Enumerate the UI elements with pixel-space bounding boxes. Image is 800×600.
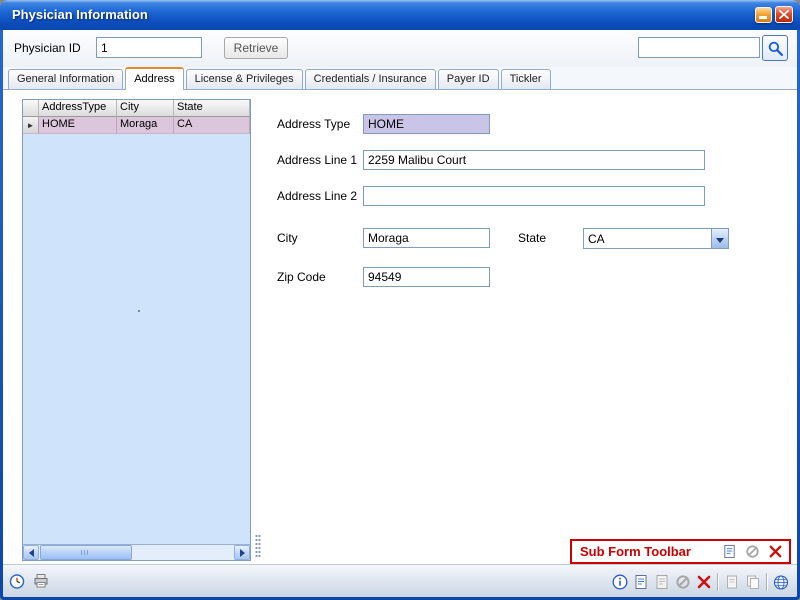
minimize-button[interactable]	[755, 7, 772, 23]
clock-icon[interactable]	[9, 573, 25, 589]
address-line-2-input[interactable]	[363, 186, 705, 206]
close-button[interactable]	[775, 6, 793, 23]
splitter-grip[interactable]	[255, 534, 261, 558]
physician-information-window: Physician Information Physician ID Retri…	[0, 0, 800, 600]
city-input[interactable]	[363, 228, 490, 248]
row-pointer-icon: ►	[23, 117, 39, 134]
subform-cancel-disabled-icon	[744, 544, 760, 560]
globe-icon[interactable]	[773, 574, 789, 590]
tab-general-information[interactable]: General Information	[8, 69, 123, 89]
status-separator	[766, 573, 768, 591]
scroll-track[interactable]	[133, 545, 234, 560]
physician-id-label: Physician ID	[14, 41, 81, 55]
page-disabled-icon	[724, 574, 740, 590]
physician-id-input[interactable]	[96, 37, 202, 58]
header-toolbar: Physician ID Retrieve	[3, 30, 797, 67]
scroll-right-button[interactable]	[234, 545, 250, 560]
state-label: State	[518, 231, 546, 245]
print-icon[interactable]	[33, 573, 49, 589]
tab-tickler[interactable]: Tickler	[501, 69, 551, 89]
subform-document-icon[interactable]	[721, 544, 737, 560]
search-button[interactable]	[762, 35, 788, 61]
grid-empty-area	[23, 134, 250, 544]
cell-city[interactable]: Moraga	[117, 117, 174, 134]
notes-icon[interactable]	[633, 574, 649, 590]
state-dropdown[interactable]: CA	[583, 228, 729, 249]
tab-license-privileges[interactable]: License & Privileges	[186, 69, 303, 89]
address-tab-page: AddressType City State ► HOME Moraga CA	[3, 89, 797, 564]
status-separator	[717, 573, 719, 591]
copy-disabled-icon	[745, 574, 761, 590]
subform-delete-icon[interactable]	[767, 544, 783, 560]
title-bar: Physician Information	[0, 0, 800, 30]
zip-code-label: Zip Code	[277, 270, 326, 284]
document-disabled-icon	[654, 574, 670, 590]
client-area: Physician ID Retrieve General Informatio…	[3, 30, 797, 597]
subform-toolbar: Sub Form Toolbar	[570, 539, 791, 564]
state-dropdown-value: CA	[584, 232, 711, 246]
search-input[interactable]	[638, 37, 760, 58]
scroll-left-button[interactable]	[23, 545, 39, 560]
status-right-icons	[612, 573, 789, 591]
dropdown-arrow-button[interactable]	[711, 229, 728, 248]
tab-credentials-insurance[interactable]: Credentials / Insurance	[305, 69, 436, 89]
close-icon	[779, 10, 789, 19]
address-type-field: HOME	[363, 114, 490, 134]
address-line-2-label: Address Line 2	[277, 189, 357, 203]
tab-strip: General Information Address License & Pr…	[3, 67, 797, 89]
chevron-down-icon	[716, 238, 724, 243]
status-left-icons	[9, 573, 49, 589]
scroll-thumb[interactable]	[40, 545, 132, 560]
tab-address[interactable]: Address	[125, 67, 183, 90]
cell-state[interactable]: CA	[174, 117, 250, 134]
retrieve-button[interactable]: Retrieve	[224, 37, 288, 59]
grid-row-selected[interactable]: ► HOME Moraga CA	[23, 117, 250, 134]
search-icon	[767, 40, 784, 57]
grid-column-state[interactable]: State	[174, 100, 250, 117]
tab-payer-id[interactable]: Payer ID	[438, 69, 499, 89]
zip-code-input[interactable]	[363, 267, 490, 287]
grid-indicator-header	[23, 100, 39, 117]
arrow-left-icon	[29, 549, 34, 557]
delete-icon[interactable]	[696, 574, 712, 590]
window-title: Physician Information	[12, 7, 148, 22]
cancel-disabled-icon	[675, 574, 691, 590]
arrow-right-icon	[240, 549, 245, 557]
stray-dot	[138, 310, 140, 312]
status-bar	[3, 564, 797, 597]
grid-column-addresstype[interactable]: AddressType	[39, 100, 117, 117]
cell-address-type[interactable]: HOME	[39, 117, 117, 134]
grid-horizontal-scrollbar[interactable]	[23, 544, 250, 560]
address-line-1-input[interactable]	[363, 150, 705, 170]
grid-column-city[interactable]: City	[117, 100, 174, 117]
grid-header-row: AddressType City State	[23, 100, 250, 117]
address-type-label: Address Type	[277, 117, 350, 131]
address-grid: AddressType City State ► HOME Moraga CA	[22, 99, 251, 561]
address-line-1-label: Address Line 1	[277, 153, 357, 167]
subform-toolbar-label: Sub Form Toolbar	[580, 544, 691, 559]
city-label: City	[277, 231, 298, 245]
info-icon[interactable]	[612, 574, 628, 590]
